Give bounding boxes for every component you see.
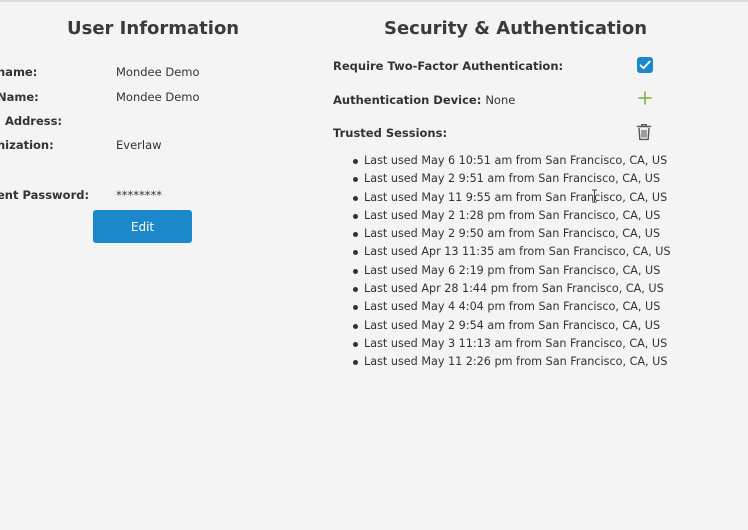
trusted-sessions-label: Trusted Sessions: [333,126,448,140]
session-item: Last used Apr 28 1:44 pm from San Franci… [353,280,671,298]
plus-icon [638,91,652,105]
session-item: Last used May 3 11:13 am from San Franci… [353,335,671,353]
user-first-name-label: name: [0,65,38,79]
checkbox-checked-icon [639,60,651,70]
session-item: Last used May 2 1:28 pm from San Francis… [353,207,671,225]
session-item: Last used May 2 9:50 am from San Francis… [353,225,671,243]
session-item: Last used May 6 10:51 am from San Franci… [353,152,671,170]
user-information-title: User Information [67,18,240,39]
session-item: Last used May 2 9:54 am from San Francis… [353,317,671,335]
user-last-name-label: Name: [0,90,39,104]
user-password-value: ******** [116,188,162,202]
session-item: Last used May 11 2:26 pm from San Franci… [353,353,671,371]
add-device-button[interactable] [637,90,653,106]
trusted-sessions-list: Last used May 6 10:51 am from San Franci… [353,152,671,372]
two-factor-checkbox[interactable] [637,57,653,73]
auth-device-value: None [485,93,516,107]
edit-button[interactable]: Edit [93,210,192,243]
session-item: Last used Apr 13 11:35 am from San Franc… [353,243,671,261]
user-organization-value: Everlaw [116,138,162,152]
trash-icon [636,123,652,141]
user-last-name-value: Mondee Demo [116,90,200,104]
user-password-label: ent Password: [0,188,90,202]
two-factor-label: Require Two-Factor Authentication: [333,59,564,73]
user-first-name-value: Mondee Demo [116,65,200,79]
auth-device-row: Authentication Device: None [333,93,515,107]
session-item: Last used May 11 9:55 am from San Franci… [353,189,671,207]
user-organization-label: nization: [0,138,54,152]
session-item: Last used May 6 2:19 pm from San Francis… [353,262,671,280]
session-item: Last used May 2 9:51 am from San Francis… [353,170,671,188]
text-cursor-icon [592,189,597,203]
user-email-label: l Address: [0,114,63,128]
session-item: Last used May 4 4:04 pm from San Francis… [353,298,671,316]
top-divider [0,0,748,2]
auth-device-label: Authentication Device: [333,93,482,107]
delete-sessions-button[interactable] [636,123,652,141]
security-title: Security & Authentication [384,18,648,39]
